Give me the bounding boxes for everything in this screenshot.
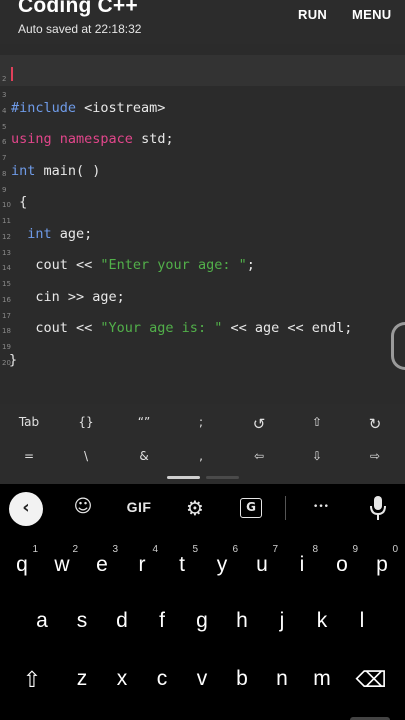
key-hint: 5 bbox=[192, 544, 198, 555]
undo-icon[interactable]: ↺ bbox=[230, 415, 288, 433]
symbol-key-quotes[interactable]: “” bbox=[115, 415, 173, 429]
key-label: p bbox=[376, 553, 388, 576]
menu-button[interactable]: MENU bbox=[352, 7, 391, 22]
key[interactable]: z bbox=[62, 667, 102, 691]
symbol-key-backslash[interactable]: \ bbox=[57, 449, 115, 463]
key-label: y bbox=[216, 553, 228, 576]
key-label: t bbox=[179, 553, 185, 576]
gear-icon[interactable]: ⚙ bbox=[182, 496, 208, 520]
key-label: o bbox=[336, 553, 348, 576]
symbol-key-equals[interactable]: = bbox=[0, 449, 58, 463]
more-icon[interactable]: ••• bbox=[306, 502, 336, 512]
code-editor[interactable]: 1 2 3 4 #include <iostream> 5 6 using na… bbox=[0, 44, 405, 404]
key[interactable]: g bbox=[182, 609, 222, 633]
toolbar-divider bbox=[285, 496, 286, 520]
page-title: Coding C++ bbox=[18, 0, 138, 17]
key[interactable]: w2 bbox=[42, 544, 82, 577]
arrow-left-icon[interactable]: ⇦ bbox=[230, 449, 288, 463]
key[interactable]: y6 bbox=[202, 544, 242, 577]
key-hint: 1 bbox=[32, 544, 38, 555]
key-label: u bbox=[256, 553, 268, 576]
key[interactable]: v bbox=[182, 667, 222, 691]
symbol-bar: Tab {} “” ; ↺ ⇧ ↻ = \ & , ⇦ ⇩ ⇨ bbox=[0, 404, 405, 484]
key[interactable]: x bbox=[102, 667, 142, 691]
key-label: i bbox=[299, 553, 305, 576]
key-label: e bbox=[96, 553, 108, 576]
arrow-right-icon[interactable]: ⇨ bbox=[346, 449, 404, 463]
symbol-key-ampersand[interactable]: & bbox=[115, 449, 173, 463]
translate-icon[interactable]: G bbox=[240, 498, 262, 518]
soft-keyboard: ‹ ☺ GIF ⚙ G ••• q1 w2 e3 r4 t5 y6 u7 i8 … bbox=[0, 484, 405, 720]
key[interactable]: e3 bbox=[82, 544, 122, 577]
key-hint: 8 bbox=[312, 544, 318, 555]
key-label: w bbox=[54, 553, 70, 576]
run-button[interactable]: RUN bbox=[298, 7, 327, 22]
key[interactable]: s bbox=[62, 609, 102, 633]
key[interactable]: n bbox=[262, 667, 302, 691]
gif-button[interactable]: GIF bbox=[122, 499, 156, 515]
key[interactable]: c bbox=[142, 667, 182, 691]
key[interactable]: j bbox=[262, 609, 302, 633]
key[interactable]: k bbox=[302, 609, 342, 633]
key-hint: 3 bbox=[112, 544, 118, 555]
key[interactable]: i8 bbox=[282, 544, 322, 577]
key[interactable]: d bbox=[102, 609, 142, 633]
key[interactable]: t5 bbox=[162, 544, 202, 577]
key[interactable]: b bbox=[222, 667, 262, 691]
key[interactable]: q1 bbox=[2, 544, 42, 577]
microphone-icon[interactable] bbox=[369, 495, 387, 521]
symbol-key-tab[interactable]: Tab bbox=[0, 415, 58, 429]
key[interactable]: h bbox=[222, 609, 262, 633]
key-hint: 7 bbox=[272, 544, 278, 555]
key[interactable]: a bbox=[22, 609, 62, 633]
key[interactable]: p0 bbox=[362, 544, 402, 577]
key[interactable]: l bbox=[342, 609, 382, 633]
key-hint: 0 bbox=[392, 544, 398, 555]
key[interactable]: f bbox=[142, 609, 182, 633]
arrow-down-icon[interactable]: ⇩ bbox=[288, 449, 346, 463]
symbol-page-indicator-active bbox=[167, 476, 200, 479]
key-label: q bbox=[16, 553, 28, 576]
key-hint: 9 bbox=[352, 544, 358, 555]
key[interactable]: m bbox=[302, 667, 342, 691]
backspace-icon[interactable]: ⌫ bbox=[351, 667, 391, 693]
key-label: r bbox=[138, 553, 146, 576]
key[interactable]: u7 bbox=[242, 544, 282, 577]
key[interactable]: r4 bbox=[122, 544, 162, 577]
autosave-status: Auto saved at 22:18:32 bbox=[18, 22, 142, 36]
symbol-key-semicolon[interactable]: ; bbox=[172, 415, 230, 429]
redo-icon[interactable]: ↻ bbox=[346, 415, 404, 433]
code-line[interactable]: 20 } bbox=[0, 339, 405, 370]
key-hint: 6 bbox=[232, 544, 238, 555]
chevron-left-icon[interactable]: ‹ bbox=[9, 492, 43, 526]
code-text: } bbox=[9, 352, 18, 368]
arrow-up-icon[interactable]: ⇧ bbox=[288, 415, 346, 429]
symbol-key-braces[interactable]: {} bbox=[57, 415, 115, 429]
symbol-page-indicator bbox=[206, 476, 239, 479]
key-hint: 2 bbox=[72, 544, 78, 555]
app-bar: Coding C++ Auto saved at 22:18:32 RUN ME… bbox=[0, 0, 405, 44]
sticker-icon[interactable]: ☺ bbox=[70, 496, 96, 517]
shift-icon[interactable]: ⇧ bbox=[12, 667, 52, 693]
key[interactable]: o9 bbox=[322, 544, 362, 577]
key-hint: 4 bbox=[152, 544, 158, 555]
symbol-key-comma[interactable]: , bbox=[172, 449, 230, 463]
scroll-handle[interactable] bbox=[391, 322, 405, 370]
